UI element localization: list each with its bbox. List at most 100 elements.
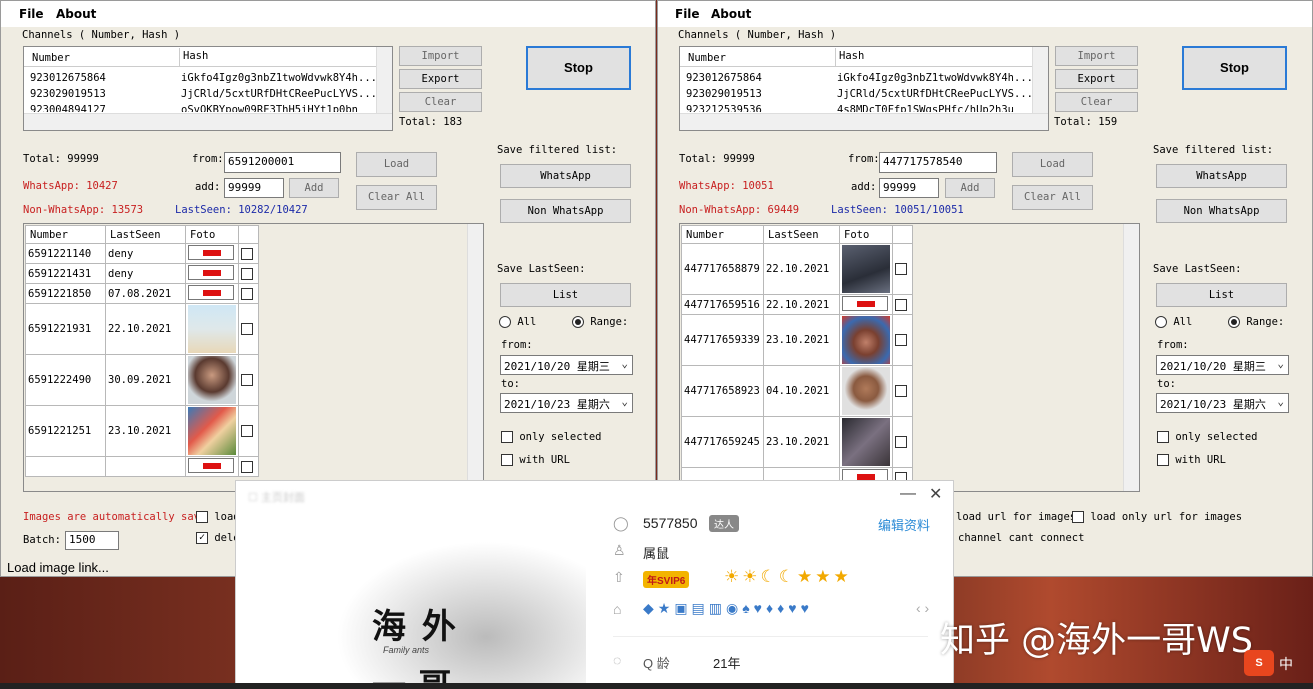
row-checkbox[interactable] xyxy=(895,436,907,448)
menu-file[interactable]: File xyxy=(675,7,700,21)
row-checkbox[interactable] xyxy=(241,247,253,260)
whatsapp-button[interactable]: WhatsApp xyxy=(500,164,631,188)
stop-button[interactable]: Stop xyxy=(1182,46,1287,90)
ime-icon[interactable]: S xyxy=(1244,650,1274,676)
table-row[interactable]: 447717659245 23.10.2021 xyxy=(681,416,913,468)
add-input[interactable]: 99999 xyxy=(224,178,284,198)
add-button[interactable]: Add xyxy=(289,178,339,198)
batch-stepper[interactable]: 1500 xyxy=(65,531,119,550)
load-url-option[interactable]: load url for images xyxy=(956,511,1076,523)
channels-list[interactable]: Number Hash 923012675864 iGkfo4Igz0g3nbZ… xyxy=(23,46,393,131)
export-button[interactable]: Export xyxy=(399,69,482,89)
radio-all[interactable]: All xyxy=(499,316,536,328)
vertical-scrollbar[interactable] xyxy=(467,224,483,491)
table-row[interactable]: 6591221931 22.10.2021 xyxy=(25,303,259,355)
col-lastseen[interactable]: LastSeen xyxy=(105,225,186,244)
table-row[interactable]: 447717658923 04.10.2021 xyxy=(681,365,913,417)
row-checkbox[interactable] xyxy=(241,267,253,280)
channel-row[interactable]: 923029019513 xyxy=(686,88,762,100)
date-to-picker[interactable]: 2021/10/23 星期六 ⌄ xyxy=(500,393,633,413)
load-checkbox[interactable]: load xyxy=(196,511,240,523)
clear-all-button[interactable]: Clear All xyxy=(356,185,437,210)
table-row[interactable] xyxy=(25,456,259,477)
date-from-picker[interactable]: 2021/10/20 星期三 ⌄ xyxy=(1156,355,1289,375)
minimize-icon[interactable]: — xyxy=(900,485,916,503)
date-to-picker[interactable]: 2021/10/23 星期六 ⌄ xyxy=(1156,393,1289,413)
channel-row[interactable]: 923029019513 xyxy=(30,88,106,100)
menu-file[interactable]: File xyxy=(19,7,44,21)
menu-about[interactable]: About xyxy=(56,7,96,21)
results-grid[interactable]: Number LastSeen Foto 6591221140 deny 659… xyxy=(23,223,484,492)
close-icon[interactable]: ✕ xyxy=(929,484,942,504)
clear-button[interactable]: Clear xyxy=(399,92,482,112)
results-grid[interactable]: Number LastSeen Foto 447717658879 22.10.… xyxy=(679,223,1140,492)
horizontal-scrollbar[interactable] xyxy=(24,113,392,130)
from-input[interactable]: 447717578540 xyxy=(879,152,997,173)
add-button[interactable]: Add xyxy=(945,178,995,198)
row-checkbox[interactable] xyxy=(241,287,253,300)
row-checkbox[interactable] xyxy=(895,263,907,275)
only-selected-checkbox[interactable]: only selected xyxy=(1157,431,1258,443)
taskbar[interactable] xyxy=(0,683,1313,689)
col-foto[interactable]: Foto xyxy=(839,225,893,244)
load-only-url-checkbox[interactable]: load only url for images xyxy=(1072,511,1242,523)
table-row[interactable]: 6591222490 30.09.2021 xyxy=(25,354,259,406)
menu-about[interactable]: About xyxy=(711,7,751,21)
row-checkbox[interactable] xyxy=(241,323,253,335)
table-row[interactable]: 6591221140 deny xyxy=(25,243,259,264)
whatsapp-button[interactable]: WhatsApp xyxy=(1156,164,1287,188)
col-hash[interactable]: Hash xyxy=(179,48,208,66)
radio-all[interactable]: All xyxy=(1155,316,1192,328)
non-whatsapp-button[interactable]: Non WhatsApp xyxy=(500,199,631,223)
col-number[interactable]: Number xyxy=(32,52,70,64)
channels-list[interactable]: Number Hash 923012675864 iGkfo4Igz0g3nbZ… xyxy=(679,46,1049,131)
table-row[interactable]: 447717659339 23.10.2021 xyxy=(681,314,913,366)
horizontal-scrollbar[interactable] xyxy=(680,113,1048,130)
col-number[interactable]: Number xyxy=(25,225,106,244)
row-checkbox[interactable] xyxy=(241,374,253,386)
import-button[interactable]: Import xyxy=(1055,46,1138,66)
clear-button[interactable]: Clear xyxy=(1055,92,1138,112)
table-row[interactable]: 447717658879 22.10.2021 xyxy=(681,243,913,295)
col-lastseen[interactable]: LastSeen xyxy=(763,225,840,244)
channel-row[interactable]: 923012675864 xyxy=(686,72,762,84)
date-from-picker[interactable]: 2021/10/20 星期三 ⌄ xyxy=(500,355,633,375)
load-button[interactable]: Load xyxy=(356,152,437,177)
ime-mode[interactable]: 中 xyxy=(1279,654,1293,674)
radio-range[interactable]: Range: xyxy=(572,316,628,328)
col-foto[interactable]: Foto xyxy=(185,225,239,244)
table-row[interactable]: 6591221850 07.08.2021 xyxy=(25,283,259,304)
row-checkbox[interactable] xyxy=(241,460,253,473)
radio-range[interactable]: Range: xyxy=(1228,316,1284,328)
load-button[interactable]: Load xyxy=(1012,152,1093,177)
channel-row[interactable]: 923004894127 xyxy=(30,104,106,112)
col-hash[interactable]: Hash xyxy=(835,48,864,66)
import-button[interactable]: Import xyxy=(399,46,482,66)
table-row[interactable]: 6591221431 deny xyxy=(25,263,259,284)
export-button[interactable]: Export xyxy=(1055,69,1138,89)
channel-row[interactable]: 923212539536 xyxy=(686,104,762,112)
row-checkbox[interactable] xyxy=(241,425,253,437)
list-button[interactable]: List xyxy=(1156,283,1287,307)
non-whatsapp-button[interactable]: Non WhatsApp xyxy=(1156,199,1287,223)
stop-button[interactable]: Stop xyxy=(526,46,631,90)
edit-profile-link[interactable]: 编辑资料 xyxy=(878,515,930,534)
with-url-checkbox[interactable]: with URL xyxy=(501,454,570,466)
delete-checkbox[interactable]: ✓ dele xyxy=(196,532,240,544)
list-button[interactable]: List xyxy=(500,283,631,307)
row-checkbox[interactable] xyxy=(895,298,907,311)
add-input[interactable]: 99999 xyxy=(879,178,939,198)
table-row[interactable]: 6591221251 23.10.2021 xyxy=(25,405,259,457)
col-number[interactable]: Number xyxy=(681,225,764,244)
only-selected-checkbox[interactable]: only selected xyxy=(501,431,602,443)
channel-row[interactable]: 923012675864 xyxy=(30,72,106,84)
with-url-checkbox[interactable]: with URL xyxy=(1157,454,1226,466)
clear-all-button[interactable]: Clear All xyxy=(1012,185,1093,210)
table-row[interactable]: 447717659516 22.10.2021 xyxy=(681,294,913,315)
row-checkbox[interactable] xyxy=(895,334,907,346)
row-checkbox[interactable] xyxy=(895,385,907,397)
chevron-right-icon[interactable]: ‹ › xyxy=(916,600,929,616)
from-input[interactable]: 6591200001 xyxy=(224,152,341,173)
col-number[interactable]: Number xyxy=(688,52,726,64)
vertical-scrollbar[interactable] xyxy=(1032,47,1048,114)
